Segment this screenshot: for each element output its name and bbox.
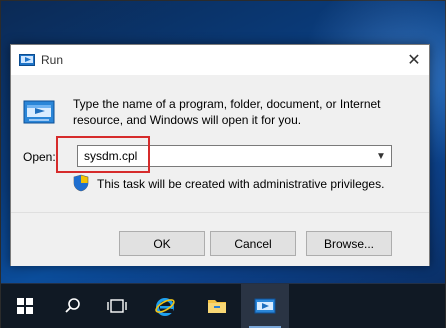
search-button[interactable] — [49, 284, 97, 328]
highlight-annotation — [56, 136, 150, 173]
start-button[interactable] — [1, 284, 49, 328]
browse-button[interactable]: Browse... — [306, 231, 392, 256]
file-explorer-icon — [208, 300, 226, 313]
title-bar[interactable]: Run ✕ — [11, 45, 429, 75]
file-explorer-button[interactable] — [193, 284, 241, 328]
admin-privileges-note: This task will be created with administr… — [97, 177, 385, 191]
close-icon: ✕ — [407, 52, 421, 69]
dialog-description: Type the name of a program, folder, docu… — [73, 97, 381, 127]
open-label: Open: — [23, 150, 56, 164]
search-icon — [65, 298, 80, 313]
internet-explorer-button[interactable] — [141, 284, 189, 328]
task-view-button[interactable] — [93, 284, 141, 328]
windows-start-icon — [17, 298, 33, 314]
task-view-icon — [107, 299, 127, 313]
internet-explorer-icon — [155, 298, 175, 316]
run-dialog: Run ✕ Type the name of a program, folder… — [10, 44, 430, 266]
chevron-down-icon[interactable]: ▼ — [375, 149, 387, 163]
uac-shield-icon — [73, 174, 89, 192]
close-button[interactable]: ✕ — [399, 45, 429, 75]
taskbar — [1, 283, 445, 328]
dialog-footer: OK Cancel Browse... — [11, 212, 429, 266]
run-icon — [19, 54, 35, 66]
cancel-button[interactable]: Cancel — [210, 231, 296, 256]
ok-button[interactable]: OK — [119, 231, 205, 256]
run-taskbar-button[interactable] — [241, 284, 289, 328]
run-app-icon — [254, 298, 276, 314]
run-program-icon — [23, 100, 55, 124]
window-title: Run — [41, 53, 64, 67]
